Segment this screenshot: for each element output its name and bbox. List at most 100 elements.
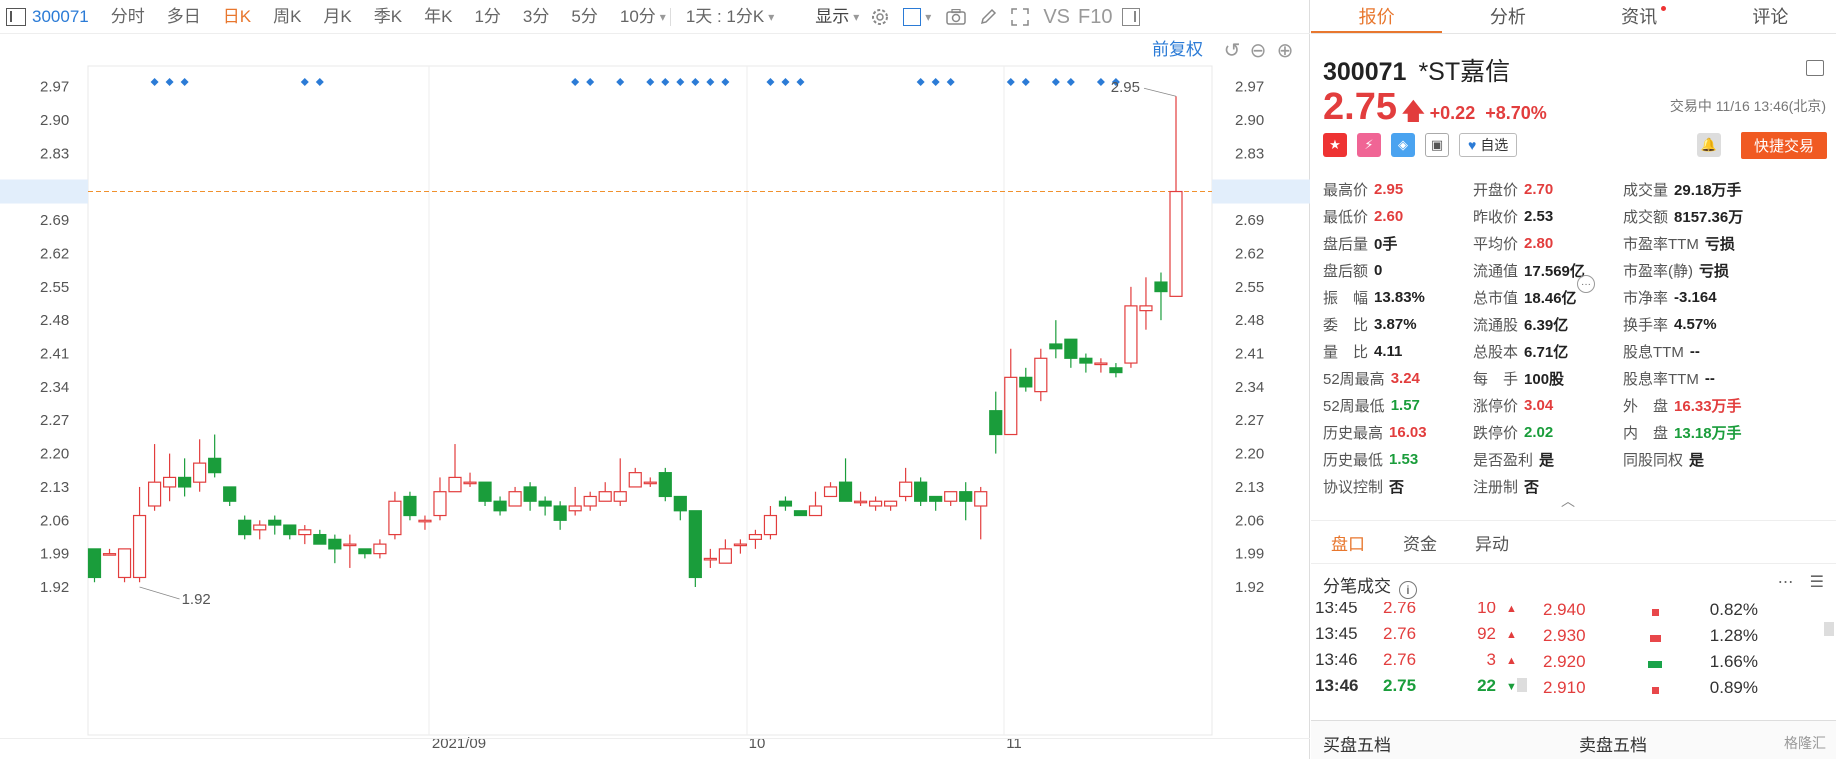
- event-marker: [676, 78, 685, 86]
- candle-body: [673, 495, 687, 512]
- y-tick-label-right: 2.34: [1235, 379, 1264, 396]
- quote-value: 16.33万手: [1674, 398, 1742, 415]
- tag-icon[interactable]: ◈: [1391, 133, 1415, 157]
- chevron-down-icon[interactable]: ▾: [925, 10, 931, 24]
- quote-value: 3.04: [1524, 397, 1554, 414]
- fullscreen-icon[interactable]: [1009, 6, 1031, 28]
- tab-1min[interactable]: 1分: [463, 0, 511, 34]
- tab-comments[interactable]: 评论: [1705, 0, 1836, 33]
- quote-row: 市盈率TTM 亏损: [1623, 230, 1743, 257]
- event-marker: [1006, 78, 1015, 86]
- zoom-out-icon[interactable]: ⊖: [1250, 40, 1267, 62]
- sidebar-toggle-icon[interactable]: [6, 7, 26, 26]
- quote-value: 否: [1524, 479, 1540, 496]
- candle-body: [628, 472, 642, 488]
- candle-body: [238, 519, 252, 536]
- candle-body: [1139, 305, 1153, 312]
- quote-label: 历史最高: [1323, 425, 1384, 442]
- bell-icon[interactable]: 🔔: [1697, 133, 1721, 157]
- quote-label: 开盘价: [1473, 182, 1519, 199]
- tab-10min[interactable]: 10分: [609, 0, 660, 34]
- trade-status: 交易中 11/16 13:46(北京): [1669, 98, 1826, 114]
- quote-value: 0: [1374, 262, 1383, 279]
- y-tick-label-left: 2.55: [40, 279, 69, 296]
- quote-label: 注册制: [1473, 479, 1519, 496]
- chevron-down-icon[interactable]: ▾: [853, 10, 859, 24]
- quote-value: 1.53: [1389, 451, 1419, 468]
- candle-body: [703, 557, 717, 561]
- event-marker: [931, 78, 940, 86]
- price-band-right: [1212, 179, 1310, 204]
- quote-label: 同股同权: [1623, 452, 1684, 469]
- period-select[interactable]: 1天 : 1分K: [675, 0, 768, 34]
- collapse-chevron-icon[interactable]: ︿: [1561, 491, 1575, 511]
- runner-icon[interactable]: ⚡: [1357, 133, 1381, 157]
- quote-row: 成交额 8157.36万: [1623, 203, 1743, 230]
- tab-weekly-k[interactable]: 周K: [262, 0, 312, 34]
- low-annotation: 1.92: [182, 591, 211, 608]
- kline-chart[interactable]: 前复权↺⊖⊕2.972.972.902.902.832.832.752.752.…: [0, 36, 1310, 759]
- china-flag-icon[interactable]: ★: [1323, 133, 1347, 157]
- tab-minute[interactable]: 分时: [100, 0, 156, 34]
- pencil-icon[interactable]: [977, 6, 999, 28]
- tab-multiday[interactable]: 多日: [156, 0, 212, 34]
- tab-news[interactable]: 资讯: [1574, 0, 1705, 33]
- trades-list[interactable]: 13:45 2.76 10 ▲ 13:45 2.76 92 ▲ 13:46 2.76 3 ▲ 13:46…: [1311, 602, 1836, 720]
- quick-trade-button[interactable]: 快捷交易: [1741, 132, 1827, 159]
- tab-movement[interactable]: 异动: [1475, 530, 1509, 555]
- undo-icon[interactable]: ↺: [1224, 40, 1241, 62]
- quote-value: 8157.36万: [1674, 209, 1744, 226]
- display-menu[interactable]: 显示: [804, 0, 853, 34]
- tab-daily-k[interactable]: 日K: [212, 0, 262, 34]
- quote-value: 13.83%: [1374, 289, 1425, 306]
- vs-compare-button[interactable]: VS: [1039, 0, 1074, 34]
- more-icon[interactable]: ⋯: [1778, 572, 1794, 592]
- event-marker: [706, 78, 715, 86]
- add-favorite-button[interactable]: ♥ 自选: [1459, 133, 1518, 157]
- event-marker: [691, 78, 700, 86]
- scrollbar[interactable]: [1517, 678, 1527, 692]
- quote-label: 总股本: [1473, 344, 1519, 361]
- quote-label: 昨收价: [1473, 209, 1519, 226]
- quote-value: 是: [1689, 452, 1705, 469]
- tab-5min[interactable]: 5分: [560, 0, 608, 34]
- more-dots-icon[interactable]: ···: [1577, 275, 1595, 293]
- panel-toggle-icon[interactable]: [1122, 7, 1141, 26]
- y-tick-label-left: 2.48: [40, 312, 69, 329]
- draw-square-icon[interactable]: [903, 7, 922, 26]
- price-adjust-button[interactable]: 前复权: [1152, 40, 1203, 59]
- tab-yearly-k[interactable]: 年K: [413, 0, 463, 34]
- quote-label: 跌停价: [1473, 425, 1519, 442]
- tab-capital[interactable]: 资金: [1403, 530, 1437, 555]
- quote-row: 同股同权是: [1623, 446, 1743, 473]
- price-change: +0.22: [1429, 103, 1476, 123]
- tab-order-book[interactable]: 盘口: [1331, 530, 1365, 555]
- list-view-icon[interactable]: [1806, 60, 1824, 76]
- candle-body: [884, 500, 898, 507]
- chevron-down-icon[interactable]: ▾: [768, 10, 774, 24]
- y-tick-label-left: 2.13: [40, 479, 69, 496]
- zoom-in-icon[interactable]: ⊕: [1277, 40, 1294, 62]
- y-tick-label-right: 2.48: [1235, 312, 1264, 329]
- tab-quarterly-k[interactable]: 季K: [363, 0, 413, 34]
- settings-gear-icon[interactable]: [869, 6, 891, 28]
- f10-button[interactable]: F10: [1074, 0, 1116, 34]
- bookmark-icon[interactable]: ▣: [1425, 133, 1449, 157]
- candle-body: [914, 481, 928, 502]
- chevron-down-icon[interactable]: ▾: [660, 10, 666, 24]
- camera-icon[interactable]: [945, 6, 967, 28]
- list-icon[interactable]: ☰: [1810, 572, 1824, 592]
- event-marker: [180, 78, 189, 86]
- quote-row: 振 幅 13.83%: [1323, 284, 1427, 311]
- info-icon[interactable]: i: [1399, 581, 1417, 599]
- tab-analysis[interactable]: 分析: [1442, 0, 1573, 33]
- dist-price: 2.930: [1543, 626, 1586, 645]
- quote-row: 平均价 2.80: [1473, 230, 1585, 257]
- tab-monthly-k[interactable]: 月K: [312, 0, 362, 34]
- scrollbar[interactable]: [1824, 622, 1834, 636]
- event-marker: [1051, 78, 1060, 86]
- tab-3min[interactable]: 3分: [512, 0, 560, 34]
- tab-quote[interactable]: 报价: [1311, 0, 1443, 33]
- stock-code[interactable]: 300071: [26, 0, 100, 34]
- quote-row: 最高价 2.95: [1323, 176, 1427, 203]
